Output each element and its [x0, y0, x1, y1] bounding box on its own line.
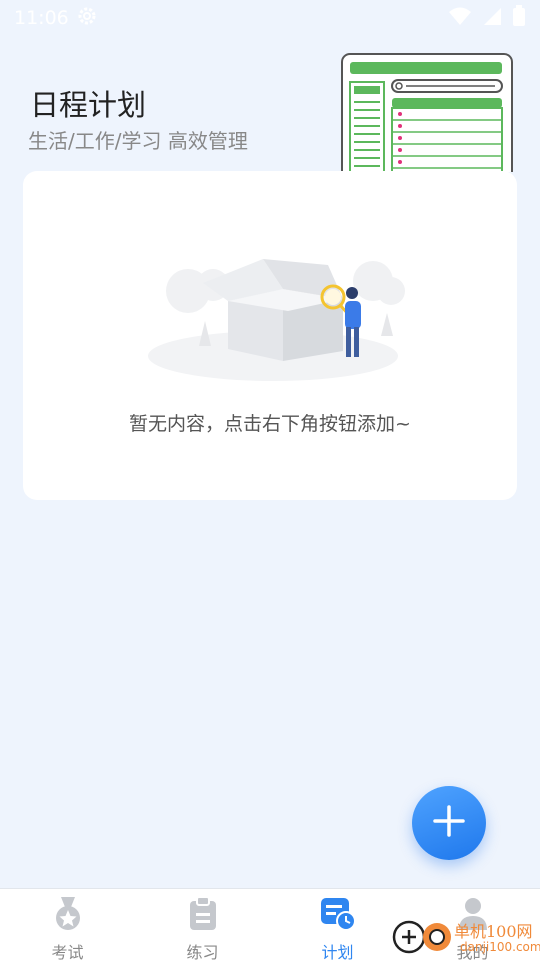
page-subtitle: 生活/工作/学习 高效管理	[28, 129, 248, 153]
tab-plan[interactable]: 计划	[270, 889, 405, 960]
wifi-icon	[448, 6, 472, 31]
site-watermark-logo	[390, 915, 454, 960]
battery-icon	[512, 4, 526, 32]
medal-icon	[53, 897, 83, 935]
plan-list-card: 暂无内容，点击右下角按钮添加~	[23, 171, 517, 500]
tab-practice[interactable]: 练习	[135, 889, 270, 960]
settings-gear-icon	[77, 6, 97, 31]
tab-label-plan: 计划	[321, 943, 354, 960]
empty-state-message: 暂无内容，点击右下角按钮添加~	[129, 413, 411, 435]
page-title: 日程计划	[30, 88, 147, 122]
clipboard-icon	[189, 896, 217, 935]
schedule-icon	[320, 897, 356, 935]
add-plan-button[interactable]	[412, 786, 486, 860]
status-time: 11:06	[14, 7, 69, 29]
status-bar: 11:06	[0, 0, 540, 36]
tab-label-practice: 练习	[186, 943, 219, 960]
signal-icon	[482, 6, 502, 31]
tab-exam[interactable]: 考试	[0, 889, 135, 960]
tab-label-exam: 考试	[51, 943, 84, 960]
watermark-subtext: danji100.com	[460, 940, 540, 954]
watermark-text: 单机100网	[454, 922, 533, 941]
empty-box-illustration	[133, 241, 413, 395]
schedule-document-illustration	[340, 52, 515, 195]
plus-icon	[432, 804, 466, 842]
